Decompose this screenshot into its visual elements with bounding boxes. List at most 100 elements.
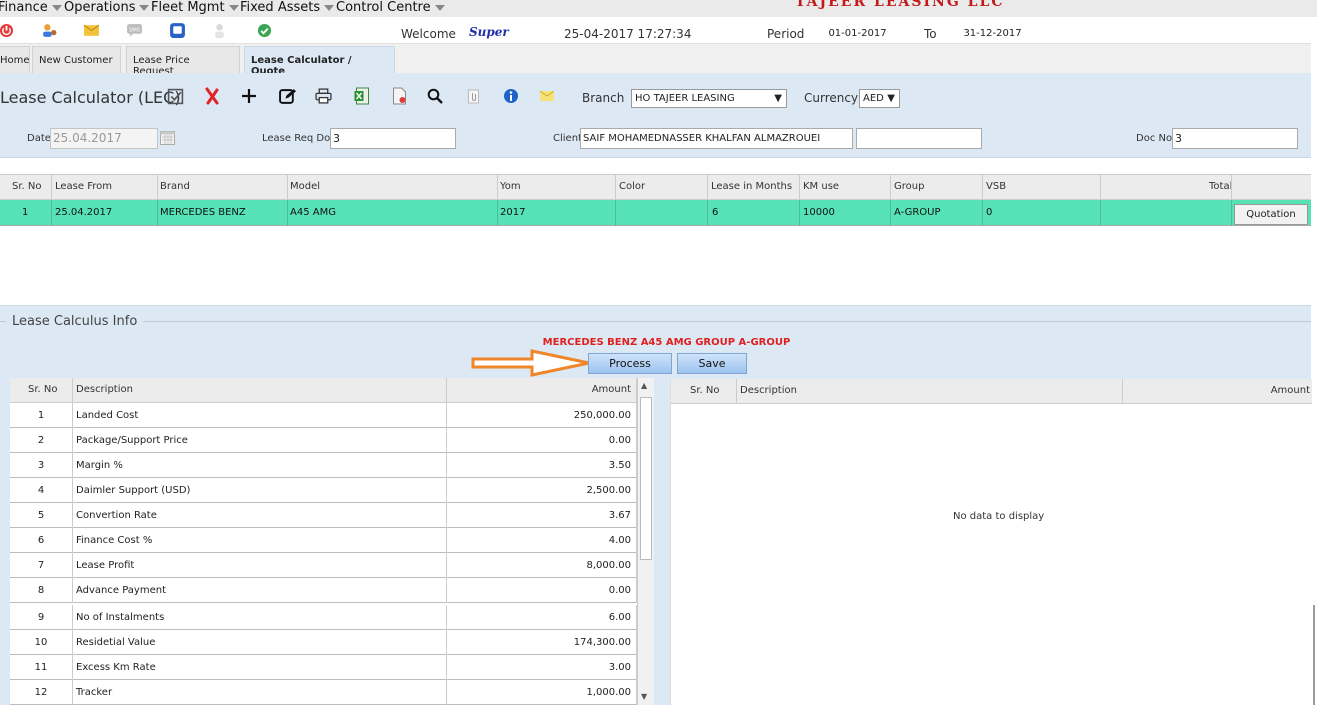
column-header: Yom xyxy=(500,181,521,192)
process-button[interactable]: Process xyxy=(588,353,672,374)
excel-export-icon[interactable] xyxy=(351,86,371,106)
client-field[interactable]: SAIF MOHAMEDNASSER KHALFAN ALMAZROUEI xyxy=(580,128,853,149)
scroll-thumb[interactable] xyxy=(640,397,652,560)
column-divider xyxy=(157,175,158,201)
save-button[interactable]: Save xyxy=(677,353,747,374)
cell-amount: 6.00 xyxy=(447,605,637,630)
tab-lease-price-request[interactable]: Lease Price Request xyxy=(126,46,240,77)
menu-fleet-mgmt[interactable]: Fleet Mgmt xyxy=(151,0,239,16)
menu-operations[interactable]: Operations xyxy=(64,0,150,16)
chevron-down-icon xyxy=(228,4,239,11)
attachment-icon[interactable] xyxy=(463,86,483,106)
menu-control-centre[interactable]: Control Centre xyxy=(336,0,445,16)
column-header: Amount xyxy=(447,378,637,403)
column-header: Color xyxy=(619,181,646,192)
mail-icon[interactable] xyxy=(537,86,557,106)
date-field[interactable]: 25.04.2017 xyxy=(50,128,158,149)
chat-icon[interactable] xyxy=(169,22,186,39)
currency-value: AED xyxy=(863,93,884,104)
users-icon[interactable] xyxy=(41,22,58,39)
date-label: Date xyxy=(27,133,51,144)
table-scrollbar[interactable]: ▲ ▼ xyxy=(637,378,654,705)
table-row[interactable]: 5 Convertion Rate 3.67 xyxy=(10,503,637,528)
cell-sr-no: 4 xyxy=(10,478,73,503)
cell-description: Excess Km Rate xyxy=(73,655,447,680)
cell-description: Tracker xyxy=(73,680,447,705)
cell-description: Margin % xyxy=(73,453,447,478)
power-icon[interactable] xyxy=(0,22,15,39)
sms-icon[interactable]: SMS xyxy=(126,22,143,39)
table-row[interactable]: 1 Landed Cost 250,000.00 xyxy=(10,403,637,428)
add-icon[interactable] xyxy=(239,86,259,106)
print-icon[interactable] xyxy=(313,86,333,106)
table-row[interactable]: 1 25.04.2017 MERCEDES BENZ A45 AMG 2017 … xyxy=(0,200,1311,226)
doc-no-field[interactable]: 3 xyxy=(1172,128,1298,149)
section-title: Lease Calculus Info xyxy=(6,314,144,329)
column-header: Description xyxy=(737,379,1123,404)
table-row[interactable]: 4 Daimler Support (USD) 2,500.00 xyxy=(10,478,637,503)
menu-fixed-assets[interactable]: Fixed Assets xyxy=(240,0,335,16)
menu-bar: Finance Operations Fleet Mgmt Fixed Asse… xyxy=(0,0,1317,17)
cell-sr-no: 1 xyxy=(10,403,73,428)
period-from-field[interactable]: 01-01-2017 xyxy=(810,27,905,41)
mail-icon[interactable] xyxy=(83,22,100,39)
column-divider xyxy=(1100,200,1101,226)
menu-label: Fixed Assets xyxy=(240,0,321,15)
tab-home[interactable]: Home xyxy=(0,46,30,73)
column-divider xyxy=(51,200,52,226)
column-divider xyxy=(287,200,288,226)
table-row[interactable]: 12 Tracker 1,000.00 xyxy=(10,680,637,705)
cell-description: Finance Cost % xyxy=(73,528,447,553)
cell-amount: 250,000.00 xyxy=(447,403,637,428)
table-row[interactable]: 2 Package/Support Price 0.00 xyxy=(10,428,637,453)
cell-sr-no: 2 xyxy=(10,428,73,453)
cell-amount: 174,300.00 xyxy=(447,630,637,655)
column-header: VSB xyxy=(986,181,1007,192)
pdf-export-icon[interactable] xyxy=(389,86,409,106)
delete-icon[interactable] xyxy=(202,86,222,106)
table-row[interactable]: 11 Excess Km Rate 3.00 xyxy=(10,655,637,680)
check-circle-icon[interactable] xyxy=(256,22,273,39)
user-name: Super xyxy=(469,25,509,39)
column-divider xyxy=(497,200,498,226)
table-row[interactable]: 3 Margin % 3.50 xyxy=(10,453,637,478)
cell-amount: 4.00 xyxy=(447,528,637,553)
edit-icon[interactable] xyxy=(277,86,297,106)
cell-amount: 3.50 xyxy=(447,453,637,478)
user-profile-icon[interactable] xyxy=(211,22,228,39)
cell-description: Lease Profit xyxy=(73,553,447,578)
table-row[interactable]: 7 Lease Profit 8,000.00 xyxy=(10,553,637,578)
table-row[interactable]: 10 Residetial Value 174,300.00 xyxy=(10,630,637,655)
quotation-button[interactable]: Quotation xyxy=(1234,204,1308,225)
column-header: Lease From xyxy=(55,181,112,192)
branch-value: HO TAJEER LEASING xyxy=(635,93,735,104)
scroll-down-icon[interactable]: ▼ xyxy=(641,692,647,701)
table-row[interactable]: 9 No of Instalments 6.00 xyxy=(10,605,637,630)
scroll-up-icon[interactable]: ▲ xyxy=(641,381,647,390)
search-icon[interactable] xyxy=(425,86,445,106)
table-row[interactable]: 8 Advance Payment 0.00 xyxy=(10,578,637,603)
client-extra-field[interactable] xyxy=(856,128,982,149)
tab-lease-calculator[interactable]: Lease Calculator / Quote xyxy=(244,46,395,77)
column-divider xyxy=(982,200,983,226)
approve-icon[interactable] xyxy=(165,86,185,106)
lease-filter-bar: Date 25.04.2017 Lease Req Doc 3 Client S… xyxy=(0,120,1311,158)
cell-vsb: 0 xyxy=(986,207,993,218)
cell-sr-no: 11 xyxy=(10,655,73,680)
lease-req-doc-field[interactable]: 3 xyxy=(330,128,456,149)
table-row[interactable]: 6 Finance Cost % 4.00 xyxy=(10,528,637,553)
branch-select[interactable]: HO TAJEER LEASING ▼ xyxy=(631,89,787,108)
menu-label: Operations xyxy=(64,0,136,15)
cell-amount: 8,000.00 xyxy=(447,553,637,578)
tab-new-customer[interactable]: New Customer xyxy=(32,46,121,73)
currency-select[interactable]: AED ▼ xyxy=(859,89,900,108)
info-icon[interactable] xyxy=(501,86,521,106)
period-to-field[interactable]: 31-12-2017 xyxy=(944,27,1041,41)
calendar-icon[interactable] xyxy=(160,130,175,149)
cell-description: Convertion Rate xyxy=(73,503,447,528)
chevron-down-icon xyxy=(434,4,445,11)
menu-finance[interactable]: Finance xyxy=(0,0,62,16)
section-divider xyxy=(0,321,1311,322)
cell-sr-no: 5 xyxy=(10,503,73,528)
cell-sr-no: 9 xyxy=(10,605,73,630)
